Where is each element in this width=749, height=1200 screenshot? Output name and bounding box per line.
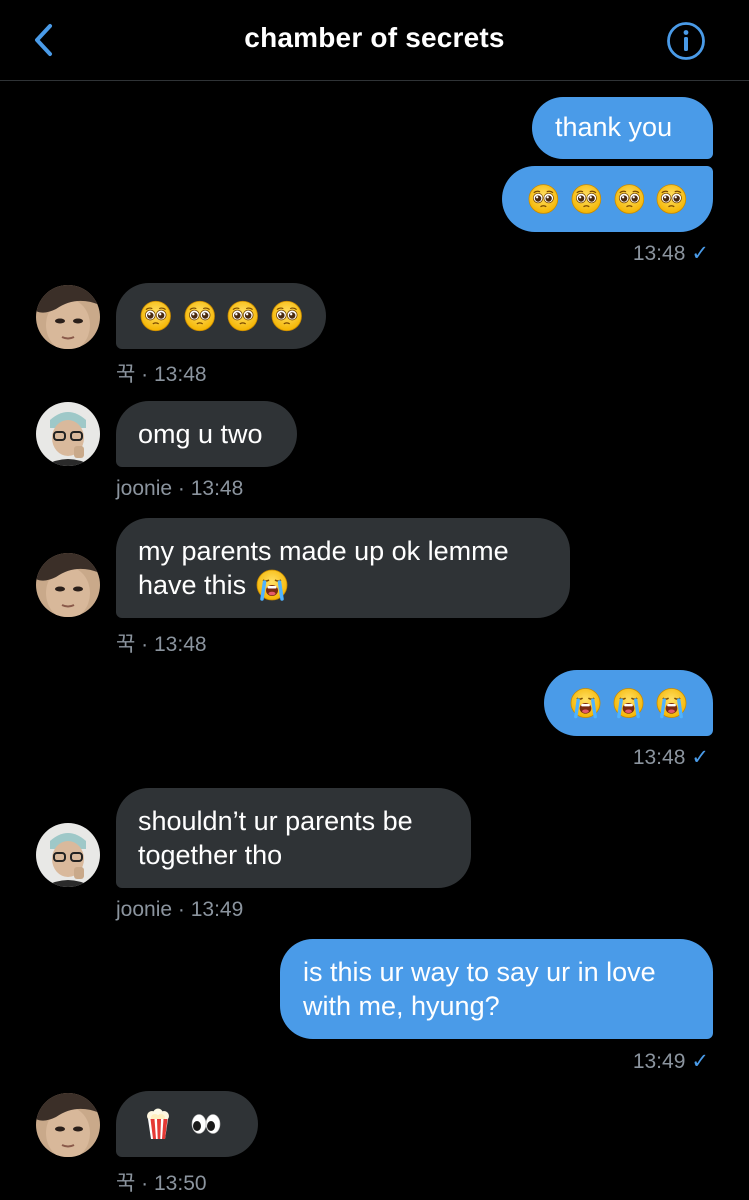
message-meta: 13:48 ✓	[633, 241, 709, 266]
pleading-face-icon	[613, 183, 644, 215]
sender-name: 꾹	[116, 1172, 136, 1195]
pleading-face-icon	[270, 300, 302, 332]
message-bubble-incoming[interactable]: omg u two	[116, 401, 297, 467]
message-text: thank you	[555, 112, 673, 142]
read-check-icon: ✓	[691, 242, 709, 265]
read-check-icon: ✓	[691, 1050, 709, 1073]
chat-title[interactable]: chamber of secrets	[0, 22, 749, 54]
message-meta: 13:49 ✓	[633, 1049, 709, 1074]
loudly-crying-face-icon	[256, 569, 289, 601]
message-time: 13:48	[190, 477, 244, 500]
avatar-kook[interactable]	[36, 285, 100, 349]
popcorn-icon	[147, 1108, 169, 1139]
message-text-line: is this ur way to say ur in love	[303, 957, 656, 987]
sender-name: joonie	[116, 898, 173, 921]
message-bubble-outgoing[interactable]: thank you	[532, 97, 713, 159]
avatar-photo-icon	[36, 402, 100, 466]
info-button[interactable]	[666, 21, 706, 61]
pleading-face-icon	[183, 300, 215, 332]
pleading-face-icon	[528, 183, 559, 215]
message-text: omg u two	[138, 419, 263, 449]
message-text-line: shouldn’t ur parents be	[138, 806, 413, 836]
message-meta: joonie · 13:49	[116, 898, 243, 922]
avatar-photo-icon	[36, 285, 100, 349]
message-text-line: have this	[138, 570, 247, 600]
avatar-photo-icon	[36, 553, 100, 617]
avatar-photo-icon	[36, 823, 100, 887]
loudly-crying-face-icon	[656, 687, 687, 719]
meta-separator: ·	[135, 633, 154, 656]
message-meta: 꾹 · 13:50	[116, 1167, 207, 1197]
message-bubble-outgoing[interactable]	[544, 670, 713, 736]
message-meta: 꾹 · 13:48	[116, 628, 207, 658]
pleading-face-icon	[656, 183, 687, 215]
meta-separator: ·	[135, 1172, 154, 1195]
message-time: 13:48	[632, 746, 686, 769]
message-bubble-incoming[interactable]: shouldn’t ur parents be together tho	[116, 788, 471, 888]
avatar-kook[interactable]	[36, 553, 100, 617]
meta-separator: ·	[135, 363, 154, 386]
avatar-joonie[interactable]	[36, 402, 100, 466]
message-text-line: with me, hyung?	[303, 991, 500, 1021]
sender-name: 꾹	[116, 363, 136, 386]
meta-separator: ·	[172, 477, 191, 500]
message-time: 13:49	[190, 898, 244, 921]
message-bubble-incoming[interactable]	[116, 1091, 258, 1157]
avatar-kook[interactable]	[36, 1093, 100, 1157]
pleading-face-icon	[140, 300, 172, 332]
read-check-icon: ✓	[691, 746, 709, 769]
pleading-face-icon	[571, 183, 602, 215]
avatar-joonie[interactable]	[36, 823, 100, 887]
loudly-crying-face-icon	[570, 687, 601, 719]
message-time: 13:48	[632, 242, 686, 265]
info-icon	[667, 22, 705, 60]
message-meta: 13:48 ✓	[633, 745, 709, 770]
loudly-crying-face-icon	[613, 687, 644, 719]
pleading-face-icon	[227, 300, 259, 332]
avatar-photo-icon	[36, 1093, 100, 1157]
eyes-icon	[191, 1114, 221, 1134]
message-bubble-incoming[interactable]	[116, 283, 326, 349]
message-bubble-incoming[interactable]: my parents made up ok lemme have this	[116, 518, 570, 618]
sender-name: joonie	[116, 477, 173, 500]
message-bubble-outgoing[interactable]: is this ur way to say ur in love with me…	[280, 939, 713, 1039]
message-text-line: my parents made up ok lemme	[138, 536, 509, 566]
message-time: 13:49	[632, 1050, 686, 1073]
meta-separator: ·	[172, 898, 191, 921]
message-meta: joonie · 13:48	[116, 477, 243, 501]
message-time: 13:48	[154, 633, 207, 656]
message-bubble-outgoing[interactable]	[502, 166, 713, 232]
message-time: 13:50	[154, 1172, 207, 1195]
sender-name: 꾹	[116, 633, 136, 656]
message-text-line: together tho	[138, 840, 283, 870]
message-time: 13:48	[154, 363, 207, 386]
chat-header: chamber of secrets	[0, 0, 749, 81]
message-meta: 꾹 · 13:48	[116, 358, 207, 388]
